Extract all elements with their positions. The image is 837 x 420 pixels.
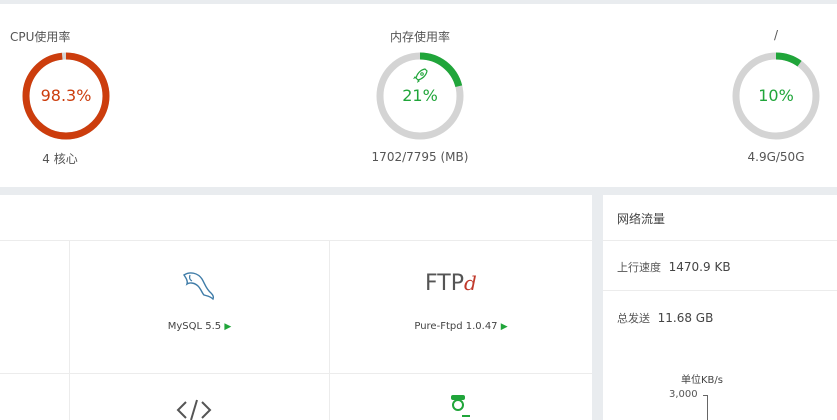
cpu-value: 98.3% [40, 86, 92, 105]
play-icon[interactable]: ▶ [224, 322, 231, 332]
disk-usage: 4.9G/50G [747, 150, 805, 164]
memory-gauge-title: 内存使用率 [389, 30, 450, 44]
software-item-agent[interactable] [330, 374, 592, 420]
ftp-d-glyph: d [463, 271, 477, 295]
software-item-code[interactable] [70, 374, 329, 420]
upload-stat: 上行速度 1470.9 KB [617, 260, 731, 274]
upload-row: 上行速度 1470.9 KB [603, 241, 837, 291]
code-icon [176, 399, 212, 420]
software-item-ftp[interactable]: FTPd Pure-Ftpd 1.0.47 ▶ [330, 241, 592, 373]
memory-value: 21% [402, 86, 438, 105]
network-title-row: 网络流量 [603, 195, 837, 241]
sent-stat: 总发送 11.68 GB [617, 311, 714, 325]
disk-value: 10% [758, 86, 794, 105]
status-panel: CPU使用率 98.3% 4 核心 内存使用率 21% 1702/7795 (M… [0, 0, 837, 187]
network-title: 网络流量 [617, 212, 666, 226]
chart-tick-mark [703, 395, 707, 396]
software-item-mysql[interactable]: MySQL 5.5 ▶ [70, 241, 329, 373]
chart-y-axis [707, 395, 708, 420]
network-panel: 网络流量 上行速度 1470.9 KB 总发送 11.68 GB 单位KB/s … [603, 195, 837, 420]
cpu-gauge-title: CPU使用率 [10, 30, 71, 44]
ftp-logo: FTPd [425, 271, 477, 296]
cpu-gauge[interactable]: CPU使用率 98.3% 4 核心 [10, 28, 114, 168]
disk-gauge-title: / [773, 28, 779, 42]
play-icon[interactable]: ▶ [501, 322, 508, 332]
software-panel: MySQL 5.5 ▶ FTPd Pure-Ftpd 1.0.47 ▶ [0, 195, 592, 420]
ftp-label: Pure-Ftpd 1.0.47 ▶ [414, 321, 508, 332]
memory-gauge[interactable]: 内存使用率 21% 1702/7795 (MB) [360, 28, 480, 168]
mysql-label: MySQL 5.5 ▶ [167, 321, 232, 332]
agent-icon [451, 395, 470, 417]
chart-y-tick: 3,000 [669, 389, 698, 400]
chart-unit: 单位KB/s [681, 375, 723, 386]
dolphin-icon [183, 272, 215, 301]
cpu-cores: 4 核心 [42, 152, 78, 166]
memory-usage: 1702/7795 (MB) [371, 150, 469, 164]
disk-gauge[interactable]: / 10% 4.9G/50G [726, 28, 826, 168]
